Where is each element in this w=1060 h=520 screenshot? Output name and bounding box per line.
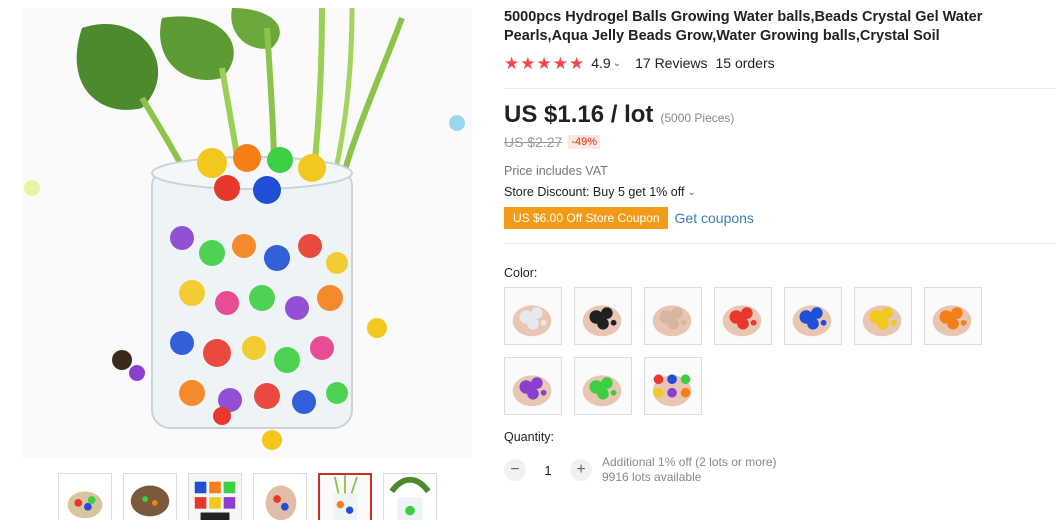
quantity-increase-button[interactable]: +	[570, 459, 592, 481]
color-swatches	[504, 287, 1004, 415]
thumbnail-3[interactable]	[188, 473, 242, 520]
store-discount[interactable]: Store Discount: Buy 5 get 1% off ⌄	[504, 185, 1056, 199]
price-unit-note: (5000 Pieces)	[660, 111, 735, 125]
star-icon: ★	[569, 53, 585, 73]
color-swatch-red[interactable]	[714, 287, 772, 345]
main-product-image[interactable]	[22, 8, 472, 458]
chevron-down-icon[interactable]: ⌄	[613, 58, 621, 69]
thumbnail-5[interactable]	[318, 473, 372, 520]
get-coupons-link[interactable]: Get coupons	[675, 210, 754, 226]
divider	[504, 243, 1056, 244]
quantity-decrease-button[interactable]: −	[504, 459, 526, 481]
star-icon: ★	[520, 53, 536, 73]
stock-available: 9916 lots available	[602, 470, 702, 484]
color-swatch-mixed[interactable]	[644, 357, 702, 415]
rating-value[interactable]: 4.9	[591, 55, 610, 71]
color-swatch-green[interactable]	[574, 357, 632, 415]
star-rating: ★ ★ ★ ★ ★	[504, 55, 584, 72]
reviews-link[interactable]: 17 Reviews	[635, 55, 707, 71]
coupon-row: US $6.00 Off Store Coupon Get coupons	[504, 207, 1056, 229]
star-icon: ★	[504, 53, 520, 73]
thumbnail-strip	[58, 473, 437, 520]
product-photo	[22, 8, 472, 458]
original-price-row: US $2.27 -49%	[504, 134, 1056, 150]
thumbnail-6[interactable]	[383, 473, 437, 520]
store-coupon-badge[interactable]: US $6.00 Off Store Coupon	[504, 207, 668, 229]
discount-badge: -49%	[568, 135, 601, 149]
quantity-label: Quantity:	[504, 430, 555, 444]
color-swatch-blue[interactable]	[784, 287, 842, 345]
product-info: 5000pcs Hydrogel Balls Growing Water bal…	[504, 8, 1056, 485]
thumbnail-2[interactable]	[123, 473, 177, 520]
thumbnail-1[interactable]	[58, 473, 112, 520]
chevron-down-icon: ⌄	[687, 186, 696, 198]
current-price: US $1.16 / lot	[504, 101, 654, 128]
color-swatch-purple[interactable]	[504, 357, 562, 415]
color-label: Color:	[504, 266, 538, 280]
quantity-input[interactable]: 1	[526, 463, 570, 478]
color-swatch-black[interactable]	[574, 287, 632, 345]
rating-row: ★ ★ ★ ★ ★ 4.9 ⌄ 17 Reviews 15 orders	[504, 52, 1056, 74]
original-price: US $2.27	[504, 134, 563, 150]
divider	[504, 88, 1056, 89]
color-swatch-orange[interactable]	[924, 287, 982, 345]
star-icon: ★	[536, 53, 552, 73]
color-swatch-white[interactable]	[504, 287, 562, 345]
bulk-discount-note: Additional 1% off (2 lots or more)	[602, 455, 777, 469]
star-icon: ★	[552, 53, 568, 73]
store-discount-label: Store Discount: Buy 5 get 1% off	[504, 185, 685, 199]
vat-note: Price includes VAT	[504, 164, 608, 178]
quantity-stepper: − 1 + Additional 1% off (2 lots or more)…	[504, 455, 1056, 485]
thumbnail-4[interactable]	[253, 473, 307, 520]
orders-count: 15 orders	[715, 55, 775, 71]
color-swatch-yellow[interactable]	[854, 287, 912, 345]
quantity-note: Additional 1% off (2 lots or more) 9916 …	[602, 455, 777, 485]
color-swatch-skin[interactable]	[644, 287, 702, 345]
price-row: US $1.16 / lot (5000 Pieces)	[504, 101, 1056, 129]
product-title: 5000pcs Hydrogel Balls Growing Water bal…	[504, 9, 983, 44]
